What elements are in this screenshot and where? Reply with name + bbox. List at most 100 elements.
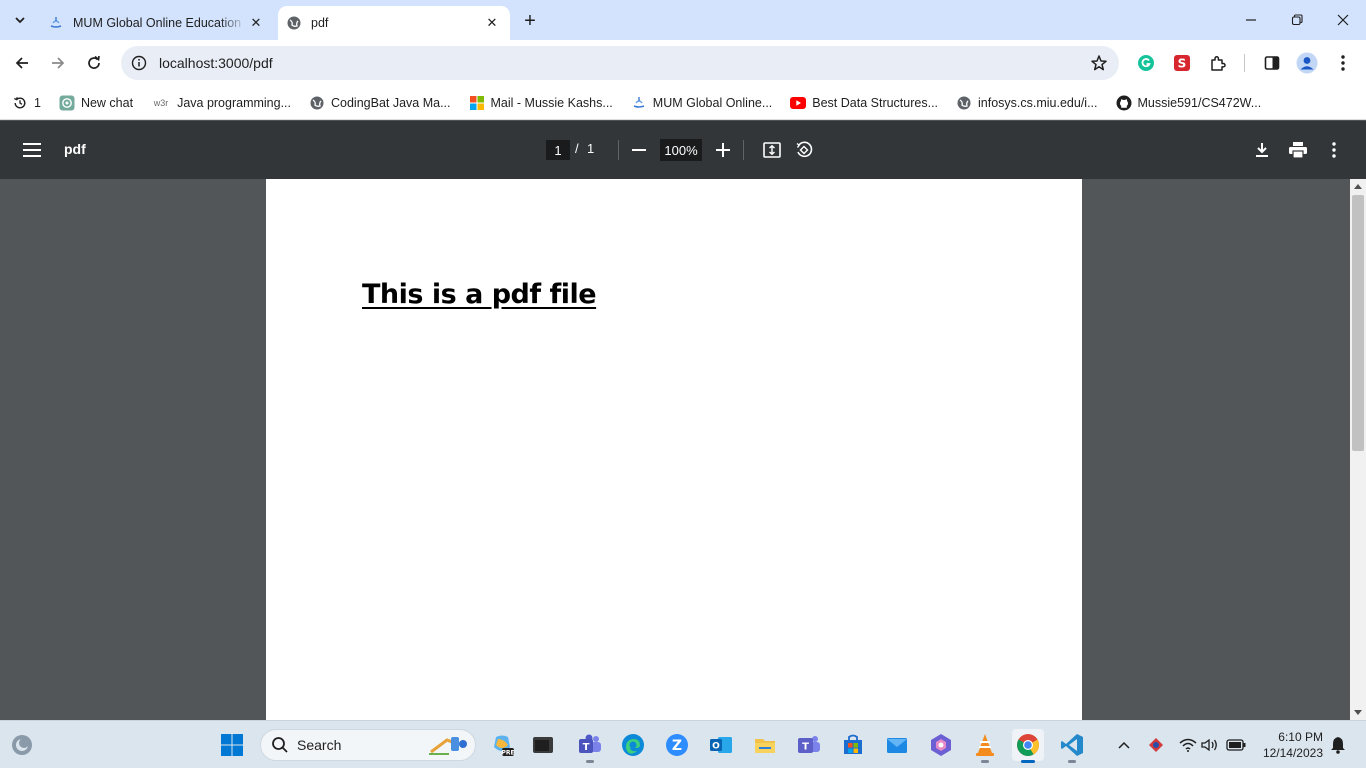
microsoft-icon [469,95,485,111]
teams-classic-app[interactable]: T [793,729,825,761]
taskbar-search[interactable]: Search [260,729,476,761]
svg-text:PRE: PRE [501,750,514,757]
system-clock[interactable]: 6:10 PM 12/14/2023 [1263,729,1323,761]
tab-mum-global[interactable]: MUM Global Online Education ✕ [40,6,274,40]
zoom-in-button[interactable] [711,138,735,162]
extensions-puzzle-icon[interactable] [1206,51,1230,75]
bookmark-history[interactable]: 1 [12,95,41,111]
rotate-button[interactable] [792,138,816,162]
forward-button[interactable] [44,49,72,77]
bookmark-mail[interactable]: Mail - Mussie Kashs... [469,95,613,111]
side-panel-icon[interactable] [1260,51,1284,75]
chevron-down-icon [15,17,25,24]
hamburger-menu-icon [23,143,41,157]
download-icon [1256,143,1268,157]
bookmark-new-chat[interactable]: New chat [59,95,133,111]
svg-text:Z: Z [672,738,682,754]
restore-button[interactable] [1274,0,1320,40]
pdf-sidebar-toggle[interactable] [20,138,44,162]
minimize-button[interactable] [1228,0,1274,40]
mail-icon [887,738,907,753]
pdf-toolbar: pdf 1 / 1 100% [0,121,1366,179]
back-button[interactable] [8,49,36,77]
print-button[interactable] [1286,138,1310,162]
file-explorer-app[interactable] [749,729,781,761]
url-text[interactable]: localhost:3000/pdf [159,55,1083,71]
address-bar[interactable]: localhost:3000/pdf [121,46,1119,80]
bookmark-label: Best Data Structures... [812,95,939,110]
scroll-down-arrow-icon[interactable] [1354,710,1362,715]
history-icon [12,95,28,111]
copilot-app[interactable]: PRE [486,729,518,761]
zoom-icon: Z [666,734,688,756]
bookmark-label: MUM Global Online... [652,95,773,110]
tray-app-icon[interactable] [1146,735,1166,755]
globe-icon [956,95,972,111]
minus-icon [632,149,646,151]
volume-status[interactable] [1200,735,1220,755]
tab-pdf[interactable]: pdf ✕ [278,6,510,40]
battery-status[interactable] [1226,735,1246,755]
vertical-scrollbar[interactable] [1350,179,1366,720]
restore-icon [1291,14,1303,26]
vlc-cone-icon [976,734,994,756]
terminal-app[interactable] [527,729,559,761]
pdf-more-options-button[interactable] [1322,138,1346,162]
mail-app[interactable] [881,729,913,761]
outlook-app[interactable]: O [705,729,737,761]
profile-avatar-icon[interactable] [1295,51,1319,75]
plus-icon [716,143,730,157]
site-info-icon[interactable] [123,55,155,71]
close-tab-icon[interactable]: ✕ [482,13,502,33]
zoom-out-button[interactable] [627,138,651,162]
close-window-button[interactable] [1320,0,1366,40]
wifi-status[interactable] [1178,735,1198,755]
svg-text:T: T [802,742,809,753]
grammarly-icon[interactable] [1134,51,1158,75]
close-tab-icon[interactable]: ✕ [246,13,266,33]
pdf-title: pdf [64,141,86,157]
copilot-hex-app[interactable] [925,729,957,761]
bookmark-infosys[interactable]: infosys.cs.miu.edu/i... [956,95,1098,111]
bookmark-java-programming[interactable]: w3r Java programming... [151,95,291,111]
widgets-button[interactable] [6,729,38,761]
chrome-app[interactable] [1012,729,1044,763]
new-tab-button[interactable]: + [518,9,542,33]
bookmark-star-icon[interactable] [1083,54,1115,72]
terminal-icon [533,737,553,753]
bookmark-label: Mail - Mussie Kashs... [490,95,613,110]
bookmark-github[interactable]: Mussie591/CS472W... [1116,95,1261,111]
vscode-app[interactable] [1056,729,1088,763]
copilot-icon: PRE [494,735,514,757]
search-placeholder: Search [297,737,342,753]
running-indicator [1021,760,1035,763]
wifi-icon [1179,738,1197,752]
pdf-viewer-area[interactable]: This is a pdf file [0,179,1366,720]
bookmark-codingbat[interactable]: CodingBat Java Ma... [309,95,451,111]
page-number-input[interactable]: 1 [546,140,570,160]
extension-s-icon[interactable]: S [1170,51,1194,75]
bookmark-label: Java programming... [177,95,291,110]
edge-app[interactable] [617,729,649,761]
microsoft-store-app[interactable] [837,729,869,761]
speaker-icon [1201,738,1217,752]
scrollbar-thumb[interactable] [1352,195,1364,451]
network-status-icon [1149,738,1163,752]
toolbar-divider [618,140,619,160]
teams-app[interactable]: T [574,729,606,763]
tab-search-button[interactable] [8,8,32,32]
fit-to-page-button[interactable] [760,138,784,162]
zoom-level-input[interactable]: 100% [660,139,702,161]
scroll-up-arrow-icon[interactable] [1354,184,1362,189]
download-button[interactable] [1250,138,1274,162]
mum-icon [48,15,64,31]
vlc-app[interactable] [969,729,1001,763]
zoom-app[interactable]: Z [661,729,693,761]
bookmark-mum-global[interactable]: MUM Global Online... [631,95,772,111]
reload-button[interactable] [80,49,108,77]
show-hidden-icons-button[interactable] [1114,735,1134,755]
start-button[interactable] [216,729,248,761]
notifications-button[interactable] [1328,735,1348,755]
bookmark-best-data-structures[interactable]: Best Data Structures... [790,95,938,111]
chrome-menu-icon[interactable] [1331,51,1355,75]
